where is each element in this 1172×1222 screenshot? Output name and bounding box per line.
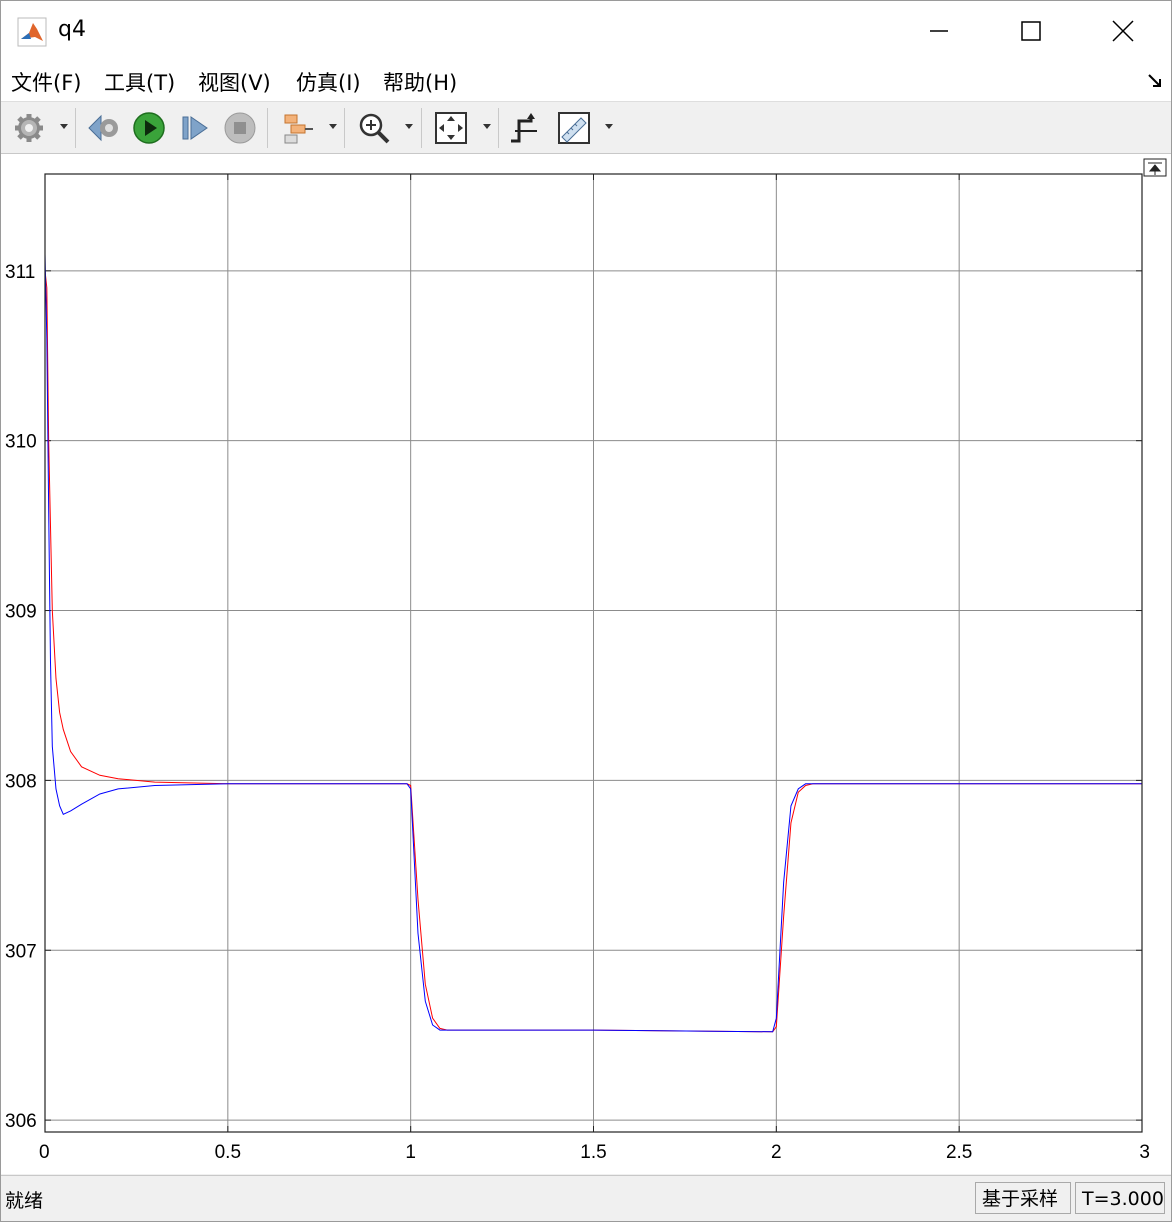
settings-dropdown-icon[interactable] (60, 124, 68, 129)
axes-expand-icon[interactable] (1143, 158, 1167, 177)
scope-chart[interactable]: 306 307 308 309 310 311 0 0.5 1 1.5 2 2.5 3 (1, 154, 1171, 1174)
step-forward-button[interactable] (179, 110, 211, 146)
menu-tools[interactable]: 工具(T) (104, 67, 175, 97)
fit-view-button[interactable] (434, 110, 468, 146)
maximize-icon (1021, 21, 1041, 41)
y-tick-label: 311 (5, 262, 35, 283)
fit-view-icon (435, 112, 467, 144)
matlab-icon (17, 17, 47, 47)
signal-select-icon (284, 114, 313, 144)
status-text: 就绪 (5, 1190, 44, 1212)
x-tick-label: 1.5 (580, 1142, 606, 1163)
minimize-button[interactable] (893, 1, 985, 61)
x-tick-label: 0 (39, 1142, 50, 1163)
toolbar-separator (75, 108, 76, 148)
title-bar: q4 (1, 1, 1171, 61)
y-tick-label: 310 (5, 432, 37, 453)
x-tick-label: 0.5 (215, 1142, 241, 1163)
toolbar (1, 102, 1171, 154)
step-forward-icon (182, 116, 208, 140)
close-button[interactable] (1077, 1, 1169, 61)
settings-button[interactable] (13, 110, 45, 146)
run-icon (133, 112, 165, 144)
x-tick-label: 3 (1139, 1142, 1150, 1163)
menu-simulation[interactable]: 仿真(I) (296, 67, 361, 97)
x-tick-label: 2.5 (946, 1142, 972, 1163)
menu-help[interactable]: 帮助(H) (383, 67, 457, 97)
menu-bar: 文件(F) 工具(T) 视图(V) 仿真(I) 帮助(H) (1, 61, 1171, 102)
maximize-button[interactable] (985, 1, 1077, 61)
toolbar-separator (344, 108, 345, 148)
menu-view[interactable]: 视图(V) (198, 67, 271, 97)
x-tick-label: 1 (405, 1142, 416, 1163)
sim-time-label: T=3.000 (1075, 1182, 1165, 1214)
window-title: q4 (58, 17, 86, 42)
toolbar-separator (498, 108, 499, 148)
status-bar: 就绪 基于采样 T=3.000 (1, 1175, 1171, 1221)
measure-button[interactable] (557, 110, 591, 146)
zoom-in-icon (359, 113, 390, 144)
trigger-icon (511, 113, 537, 143)
measure-icon (558, 112, 590, 144)
fit-view-dropdown-icon[interactable] (483, 124, 491, 129)
y-tick-label: 309 (5, 602, 37, 623)
zoom-dropdown-icon[interactable] (405, 124, 413, 129)
zoom-button[interactable] (357, 110, 391, 146)
y-tick-label: 308 (5, 771, 37, 792)
minimize-icon (930, 30, 948, 32)
toolbar-separator (421, 108, 422, 148)
run-button[interactable] (132, 110, 166, 146)
signal-select-dropdown-icon[interactable] (329, 124, 337, 129)
y-tick-label: 307 (5, 941, 37, 962)
y-tick-label: 306 (5, 1111, 37, 1132)
stop-button[interactable] (223, 110, 257, 146)
x-tick-label: 2 (771, 1142, 782, 1163)
undock-arrow-icon[interactable] (1147, 73, 1163, 89)
stop-icon (224, 112, 256, 144)
toolbar-separator (267, 108, 268, 148)
gear-icon (15, 114, 43, 142)
signal-select-button[interactable] (281, 110, 315, 146)
close-icon (1112, 20, 1134, 42)
step-back-button[interactable] (87, 110, 121, 146)
sample-mode-label: 基于采样 (975, 1182, 1071, 1214)
step-back-icon (88, 114, 118, 142)
plot-area: 306 307 308 309 310 311 0 0.5 1 1.5 2 2.5 3 (1, 154, 1171, 1174)
measure-dropdown-icon[interactable] (605, 124, 613, 129)
menu-file[interactable]: 文件(F) (11, 67, 81, 97)
scope-window: q4 文件(F) 工具(T) 视图(V) 仿真(I) 帮助(H) 306 307… (0, 0, 1172, 1222)
trigger-button[interactable] (509, 110, 541, 146)
